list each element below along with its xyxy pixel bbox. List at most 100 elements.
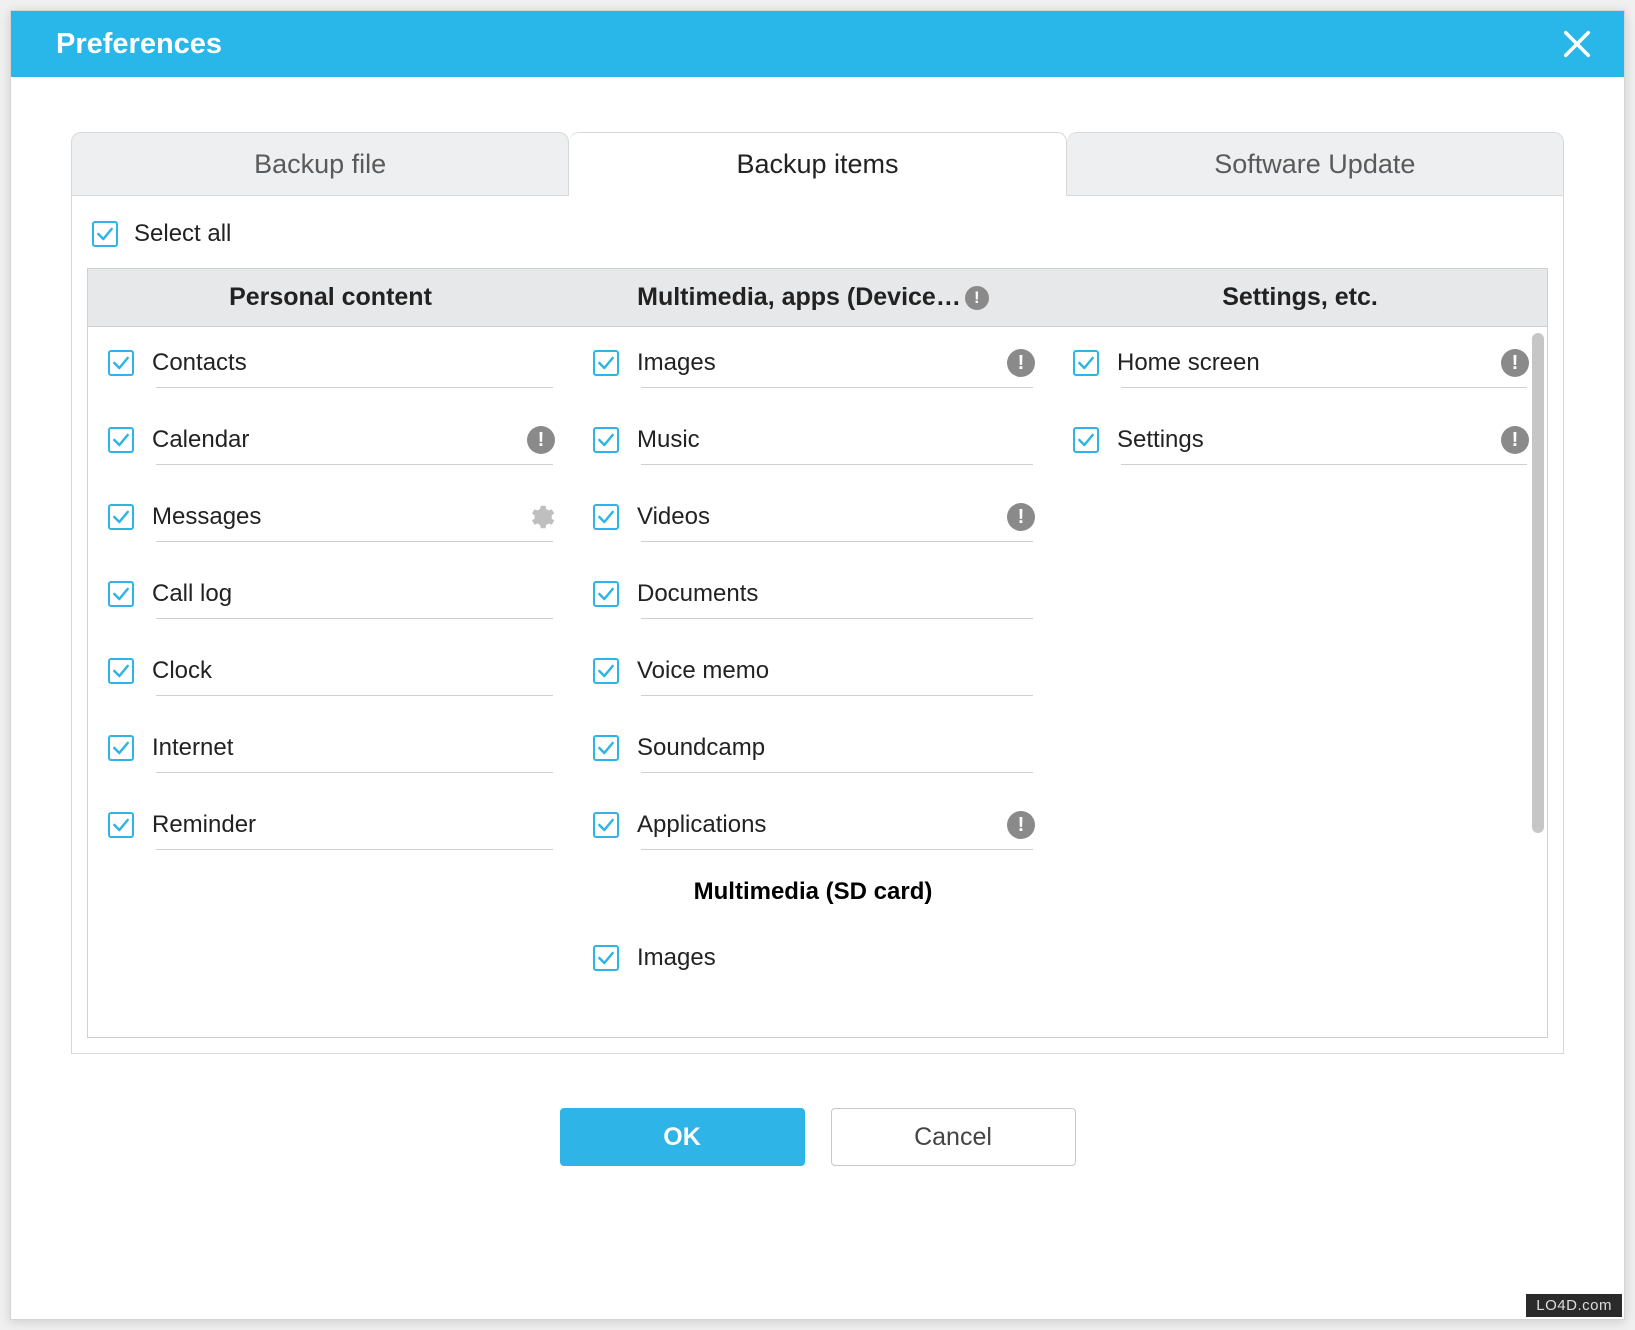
checkbox-soundcamp[interactable] — [593, 735, 619, 761]
item-label: Voice memo — [637, 657, 769, 685]
check-icon — [596, 738, 616, 758]
checkbox-messages[interactable] — [108, 504, 134, 530]
tab-backup-items[interactable]: Backup items — [569, 132, 1066, 196]
item-label: Contacts — [152, 349, 247, 377]
checkbox-contacts[interactable] — [108, 350, 134, 376]
check-icon — [596, 815, 616, 835]
item-home-screen: Home screen ! — [1073, 339, 1527, 387]
info-icon[interactable]: ! — [1007, 503, 1035, 531]
tab-label: Backup items — [736, 149, 898, 180]
tab-backup-file[interactable]: Backup file — [71, 132, 569, 196]
check-icon — [111, 661, 131, 681]
item-applications: Applications ! — [593, 801, 1033, 849]
item-calendar: Calendar ! — [108, 416, 553, 464]
scrollbar-thumb[interactable] — [1532, 333, 1544, 833]
multimedia-sd-header: Multimedia (SD card) — [593, 878, 1033, 906]
checkbox-voice-memo[interactable] — [593, 658, 619, 684]
multimedia-column: Images ! Music Videos ! — [573, 327, 1053, 1037]
tab-bar: Backup file Backup items Software Update — [71, 132, 1564, 196]
item-label: Home screen — [1117, 349, 1260, 377]
column-header-personal: Personal content — [88, 269, 573, 326]
check-icon — [111, 815, 131, 835]
item-label: Images — [637, 349, 716, 377]
check-icon — [111, 738, 131, 758]
item-label: Reminder — [152, 811, 256, 839]
gear-icon[interactable] — [525, 502, 555, 532]
check-icon — [596, 430, 616, 450]
check-icon — [1076, 430, 1096, 450]
info-icon[interactable]: ! — [527, 426, 555, 454]
item-label: Calendar — [152, 426, 249, 454]
tab-software-update[interactable]: Software Update — [1067, 132, 1564, 196]
info-icon[interactable]: ! — [965, 286, 989, 310]
item-label: Call log — [152, 580, 232, 608]
info-icon[interactable]: ! — [1501, 349, 1529, 377]
tab-label: Backup file — [254, 149, 386, 180]
info-icon[interactable]: ! — [1007, 811, 1035, 839]
titlebar: Preferences — [11, 11, 1624, 77]
checkbox-calendar[interactable] — [108, 427, 134, 453]
tab-panel-backup-items: Select all Personal content Multimedia, … — [71, 195, 1564, 1054]
close-icon — [1560, 27, 1594, 61]
checkbox-applications[interactable] — [593, 812, 619, 838]
item-settings: Settings ! — [1073, 416, 1527, 464]
button-label: Cancel — [914, 1123, 992, 1152]
check-icon — [111, 584, 131, 604]
item-images: Images ! — [593, 339, 1033, 387]
item-call-log: Call log — [108, 570, 553, 618]
check-icon — [111, 430, 131, 450]
checkbox-images[interactable] — [593, 350, 619, 376]
checkbox-music[interactable] — [593, 427, 619, 453]
close-button[interactable] — [1560, 27, 1594, 61]
item-label: Messages — [152, 503, 261, 531]
ok-button[interactable]: OK — [560, 1108, 805, 1166]
column-label: Personal content — [229, 283, 432, 312]
column-label: Settings, etc. — [1222, 283, 1378, 312]
check-icon — [596, 948, 616, 968]
checkbox-call-log[interactable] — [108, 581, 134, 607]
scrollbar[interactable] — [1531, 333, 1545, 893]
checkbox-reminder[interactable] — [108, 812, 134, 838]
checkbox-sd-images[interactable] — [593, 945, 619, 971]
dialog-footer: OK Cancel — [71, 1054, 1564, 1166]
item-sd-images: Images — [593, 934, 1033, 982]
column-headers: Personal content Multimedia, apps (Devic… — [88, 269, 1547, 327]
tab-label: Software Update — [1214, 149, 1415, 180]
checkbox-home-screen[interactable] — [1073, 350, 1099, 376]
item-label: Music — [637, 426, 700, 454]
item-label: Images — [637, 944, 716, 972]
column-label: Multimedia, apps (Device… — [637, 283, 961, 312]
item-label: Videos — [637, 503, 710, 531]
checkbox-documents[interactable] — [593, 581, 619, 607]
preferences-dialog: Preferences Backup file Backup items Sof… — [10, 10, 1625, 1320]
item-music: Music — [593, 416, 1033, 464]
check-icon — [1076, 353, 1096, 373]
item-reminder: Reminder — [108, 801, 553, 849]
item-contacts: Contacts — [108, 339, 553, 387]
select-all-checkbox[interactable] — [92, 221, 118, 247]
backup-items-table: Personal content Multimedia, apps (Devic… — [87, 268, 1548, 1038]
checkbox-internet[interactable] — [108, 735, 134, 761]
select-all-label: Select all — [134, 220, 231, 248]
settings-column: Home screen ! Settings ! — [1053, 327, 1547, 1037]
item-label: Clock — [152, 657, 212, 685]
check-icon — [111, 507, 131, 527]
check-icon — [596, 507, 616, 527]
checkbox-videos[interactable] — [593, 504, 619, 530]
item-label: Applications — [637, 811, 766, 839]
watermark: LO4D.com — [1526, 1294, 1622, 1317]
item-label: Internet — [152, 734, 233, 762]
check-icon — [596, 661, 616, 681]
cancel-button[interactable]: Cancel — [831, 1108, 1076, 1166]
info-icon[interactable]: ! — [1007, 349, 1035, 377]
item-internet: Internet — [108, 724, 553, 772]
item-label: Soundcamp — [637, 734, 765, 762]
checkbox-clock[interactable] — [108, 658, 134, 684]
info-icon[interactable]: ! — [1501, 426, 1529, 454]
select-all-row: Select all — [72, 220, 1563, 268]
checkbox-settings[interactable] — [1073, 427, 1099, 453]
item-clock: Clock — [108, 647, 553, 695]
item-documents: Documents — [593, 570, 1033, 618]
check-icon — [596, 353, 616, 373]
dialog-title: Preferences — [56, 28, 222, 61]
